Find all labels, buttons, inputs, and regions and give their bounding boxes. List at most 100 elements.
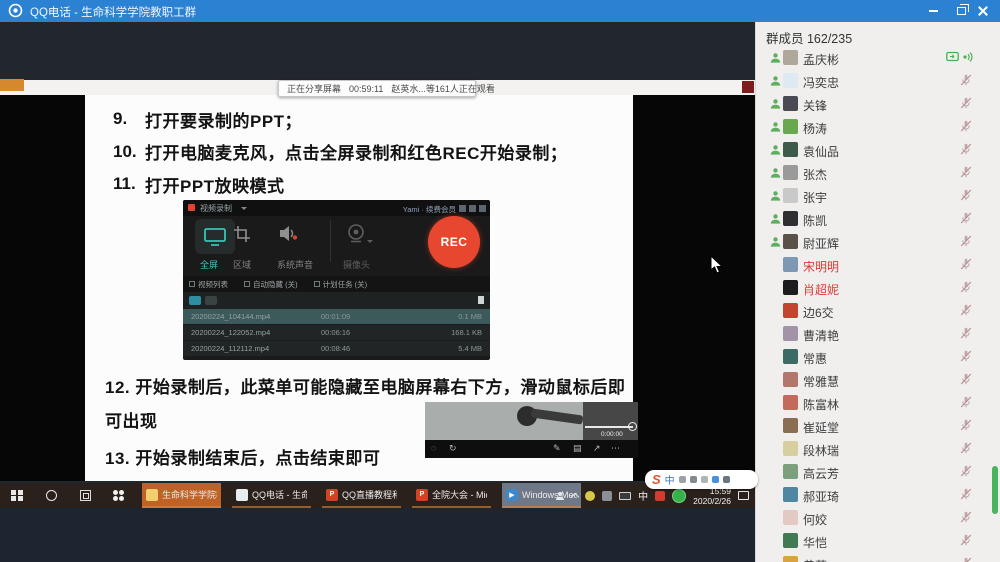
pinned-app-button[interactable] bbox=[102, 483, 136, 508]
member-row[interactable]: 陈富林 bbox=[756, 391, 1000, 414]
tray-ime-indicator[interactable]: 中 bbox=[638, 488, 648, 503]
taskbar-app-button[interactable]: QQ电话 - 生命科... bbox=[232, 483, 311, 508]
restore-button[interactable] bbox=[950, 0, 972, 22]
muted-mic-icon[interactable] bbox=[960, 258, 972, 270]
wechat-tray-icon[interactable] bbox=[672, 489, 686, 503]
member-row[interactable]: 常惠 bbox=[756, 345, 1000, 368]
touch-keyboard-icon[interactable] bbox=[619, 492, 631, 500]
member-row[interactable]: 冯奕忠 bbox=[756, 69, 1000, 92]
muted-mic-icon[interactable] bbox=[960, 97, 972, 109]
task-view-button[interactable] bbox=[68, 483, 102, 508]
muted-mic-icon[interactable] bbox=[960, 120, 972, 132]
muted-mic-icon[interactable] bbox=[960, 442, 972, 454]
muted-mic-icon[interactable] bbox=[960, 327, 972, 339]
ime-mode-indicator[interactable]: 中 bbox=[665, 472, 675, 487]
muted-mic-icon[interactable] bbox=[960, 419, 972, 431]
taskbar-app-button[interactable]: 生命科学学院教职... bbox=[142, 483, 221, 508]
ime-pen-icon[interactable] bbox=[679, 476, 686, 483]
member-row[interactable]: 张杰 bbox=[756, 161, 1000, 184]
muted-mic-icon[interactable] bbox=[960, 373, 972, 385]
player-rotate-icon[interactable]: ↻ bbox=[449, 443, 457, 454]
tray-app-icon-grey[interactable] bbox=[602, 491, 612, 501]
member-row[interactable]: 郝亚琦 bbox=[756, 483, 1000, 506]
muted-mic-icon[interactable] bbox=[960, 396, 972, 408]
member-row[interactable]: 高云芳 bbox=[756, 460, 1000, 483]
member-row[interactable]: 关锋 bbox=[756, 92, 1000, 115]
region-record-button[interactable] bbox=[233, 225, 251, 243]
close-button[interactable] bbox=[972, 0, 994, 22]
system-sound-button[interactable] bbox=[279, 225, 299, 242]
member-row[interactable]: 尉亚辉 bbox=[756, 230, 1000, 253]
member-row[interactable]: 曹清艳 bbox=[756, 322, 1000, 345]
member-row[interactable]: 孟庆彬 bbox=[756, 46, 1000, 69]
rec-record-button[interactable]: REC bbox=[428, 216, 480, 268]
recorder-close-icon[interactable] bbox=[479, 205, 486, 212]
ime-toolbox-icon[interactable] bbox=[723, 476, 730, 483]
members-scrollbar-thumb[interactable] bbox=[992, 466, 998, 514]
recorder-minimize-icon[interactable] bbox=[469, 205, 476, 212]
minimize-button[interactable] bbox=[922, 0, 944, 22]
member-row[interactable]: 张宇 bbox=[756, 184, 1000, 207]
muted-mic-icon[interactable] bbox=[960, 74, 972, 86]
muted-mic-icon[interactable] bbox=[960, 350, 972, 362]
player-progress-knob[interactable] bbox=[628, 422, 637, 431]
muted-mic-icon[interactable] bbox=[960, 557, 972, 562]
muted-mic-icon[interactable] bbox=[960, 143, 972, 155]
member-row[interactable]: 宋明明 bbox=[756, 253, 1000, 276]
folder-icon[interactable] bbox=[478, 296, 484, 304]
taskbar-app-button[interactable]: P 全院大会 - Micros... bbox=[412, 483, 491, 508]
player-pencil-icon[interactable]: ✎ bbox=[553, 443, 561, 454]
player-expand-icon[interactable]: ↗ bbox=[593, 443, 601, 454]
muted-mic-icon[interactable] bbox=[960, 212, 972, 224]
grid-view-icon[interactable] bbox=[189, 296, 201, 305]
fullscreen-record-button[interactable] bbox=[195, 219, 235, 254]
recording-file-row[interactable]: 20200224_104144.mp4 00:01:09 0.1 MB bbox=[183, 309, 490, 325]
player-keyboard-icon[interactable]: ▤ bbox=[573, 443, 582, 454]
recorder-menu-icon[interactable] bbox=[459, 205, 466, 212]
recording-file-row[interactable]: 20200224_112112.mp4 00:08:46 5.4 MB bbox=[183, 341, 490, 357]
tray-app-icon-red[interactable] bbox=[655, 491, 665, 501]
member-row[interactable]: 肖超妮 bbox=[756, 276, 1000, 299]
muted-mic-icon[interactable] bbox=[960, 166, 972, 178]
list-view-icon[interactable] bbox=[205, 296, 217, 305]
title-bar[interactable]: QQ电话 - 生命科学学院教职工群 bbox=[0, 0, 1000, 22]
recorder-tab[interactable]: 自动隐藏 (关) bbox=[244, 279, 298, 290]
muted-mic-icon[interactable] bbox=[960, 281, 972, 293]
muted-mic-icon[interactable] bbox=[960, 304, 972, 316]
sogou-logo-icon[interactable]: S bbox=[652, 472, 661, 487]
screen-share-toolbar[interactable]: 正在分享屏幕 00:59:11 赵英水...等161人正在观看 bbox=[278, 80, 476, 97]
player-progress-bar[interactable] bbox=[585, 426, 633, 428]
start-button[interactable] bbox=[0, 483, 34, 508]
muted-mic-icon[interactable] bbox=[960, 235, 972, 247]
member-row[interactable]: 段林瑞 bbox=[756, 437, 1000, 460]
notification-icon[interactable] bbox=[738, 491, 749, 500]
recording-file-row[interactable]: 20200224_122052.mp4 00:06:16 168.1 KB bbox=[183, 325, 490, 341]
player-more-icon[interactable]: ⋯ bbox=[611, 443, 620, 454]
tray-app-icon-yellow[interactable] bbox=[585, 491, 595, 501]
webcam-button[interactable] bbox=[346, 223, 366, 243]
ime-emoji-icon[interactable] bbox=[690, 476, 697, 483]
recorder-tab[interactable]: 计划任务 (关) bbox=[314, 279, 368, 290]
member-row[interactable]: 华恺 bbox=[756, 529, 1000, 552]
muted-mic-icon[interactable] bbox=[960, 189, 972, 201]
muted-mic-icon[interactable] bbox=[960, 534, 972, 546]
muted-mic-icon[interactable] bbox=[960, 511, 972, 523]
recorder-tab[interactable]: 视频列表 bbox=[189, 279, 228, 290]
ime-mic-icon[interactable] bbox=[701, 476, 708, 483]
member-row[interactable]: 崔延堂 bbox=[756, 414, 1000, 437]
hidden-icons-chevron[interactable] bbox=[572, 491, 578, 500]
muted-mic-icon[interactable] bbox=[960, 465, 972, 477]
member-row[interactable]: 何姣 bbox=[756, 506, 1000, 529]
people-icon[interactable] bbox=[555, 491, 565, 501]
cortana-button[interactable] bbox=[34, 483, 68, 508]
member-row[interactable]: 常雅慧 bbox=[756, 368, 1000, 391]
member-row[interactable]: 黄薇 bbox=[756, 552, 1000, 562]
taskbar-app-button[interactable]: P QQ直播教程和WP... bbox=[322, 483, 401, 508]
muted-mic-icon[interactable] bbox=[960, 488, 972, 500]
ime-toolbar[interactable]: S 中 bbox=[645, 470, 758, 489]
member-row[interactable]: 袁仙品 bbox=[756, 138, 1000, 161]
member-row[interactable]: 陈凯 bbox=[756, 207, 1000, 230]
player-pointer-icon[interactable]: ◌ bbox=[431, 443, 436, 453]
member-row[interactable]: 边6交 bbox=[756, 299, 1000, 322]
ime-skin-icon[interactable] bbox=[712, 476, 719, 483]
